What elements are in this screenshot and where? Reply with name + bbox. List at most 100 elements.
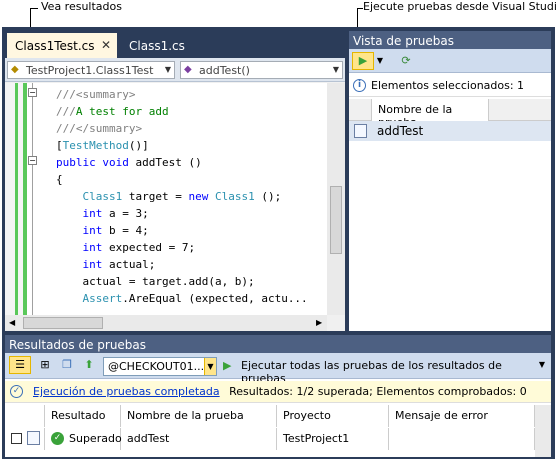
- code-line: ///</summary>: [56, 120, 142, 137]
- tab-class1[interactable]: Class1.cs: [121, 33, 193, 58]
- scroll-left-icon[interactable]: ◀: [9, 318, 15, 327]
- code-token: actual;: [102, 258, 156, 271]
- code-token: addTest (): [128, 156, 202, 169]
- pane-title: Resultados de pruebas: [5, 335, 551, 353]
- code-token: ();: [254, 190, 282, 203]
- column-header-result[interactable]: Resultado: [45, 405, 121, 427]
- view-results-button[interactable]: ☰: [9, 356, 31, 374]
- code-token: b = 4;: [102, 224, 149, 237]
- code-line: int expected = 7;: [56, 239, 196, 256]
- project-cell: TestProject1: [277, 428, 389, 450]
- list-icon: ☰: [15, 358, 25, 371]
- code-token: ///: [56, 122, 76, 135]
- windows-button[interactable]: ❐: [57, 356, 77, 374]
- indicator-margin: [5, 83, 23, 315]
- publish-icon: ⬆: [84, 358, 94, 371]
- code-token: {: [56, 173, 63, 186]
- collapse-icon[interactable]: −: [28, 88, 37, 97]
- code-token: int: [82, 258, 103, 271]
- code-line: ///<summary>: [56, 86, 135, 103]
- chevron-down-icon[interactable]: ▼: [204, 358, 216, 375]
- scroll-right-icon[interactable]: ▶: [316, 318, 322, 327]
- callout-results-label: Vea resultados: [41, 0, 122, 13]
- method-icon: ◆: [184, 64, 192, 75]
- row-checkbox[interactable]: [11, 433, 22, 444]
- run-tests-button[interactable]: ▶: [352, 52, 374, 70]
- code-token: void: [102, 156, 129, 169]
- tab-class1test[interactable]: Class1Test.cs ✕: [7, 33, 117, 58]
- result-text: Superado: [69, 432, 122, 445]
- test-results-pane: Resultados de pruebas ☰ ⊞ ❐ ⬆ @CHECKOUT0…: [5, 335, 551, 457]
- navigation-bar: ◆ TestProject1.Class1Test ▼ ◆ addTest() …: [5, 58, 345, 82]
- code-token: ///: [56, 105, 76, 118]
- play-icon: ▶: [358, 54, 368, 67]
- chevron-down-icon: ▼: [376, 56, 384, 65]
- callout-tick-results: [30, 8, 38, 9]
- passed-icon: ✓: [51, 432, 64, 445]
- code-area[interactable]: − − ///<summary>///A test for add///</su…: [5, 83, 345, 315]
- scroll-thumb[interactable]: [23, 317, 103, 329]
- column-header-error[interactable]: Mensaje de error: [389, 405, 535, 427]
- code-token: public: [56, 156, 96, 169]
- publish-button[interactable]: ⬆: [79, 356, 99, 374]
- code-line: [TestMethod()]: [56, 137, 149, 154]
- selection-info: i Elementos seleccionados: 1: [349, 75, 551, 97]
- class-dropdown-value: TestProject1.Class1Test: [26, 64, 154, 77]
- test-run-select[interactable]: @CHECKOUT01... ▼: [103, 357, 217, 376]
- member-dropdown-value: addTest(): [199, 64, 250, 77]
- column-header-test-name[interactable]: Nombre de la prueba: [121, 405, 277, 427]
- scroll-thumb[interactable]: [330, 186, 342, 254]
- group-results-button[interactable]: ⊞: [35, 356, 55, 374]
- member-dropdown[interactable]: ◆ addTest() ▼: [180, 61, 343, 79]
- code-line: Class1 target = new Class1 ();: [56, 188, 282, 205]
- column-header-select: [5, 405, 45, 427]
- column-header-project[interactable]: Proyecto: [277, 405, 389, 427]
- class-dropdown[interactable]: ◆ TestProject1.Class1Test ▼: [7, 61, 175, 79]
- code-line: actual = target.add(a, b);: [56, 273, 254, 290]
- run-complete-link[interactable]: Ejecución de pruebas completada: [33, 385, 220, 398]
- test-view-toolbar: ▶ ▼ ⟳: [349, 49, 551, 73]
- row-select-cell: [5, 428, 45, 450]
- results-table-header: Resultado Nombre de la prueba Proyecto M…: [5, 405, 551, 427]
- code-token: ()]: [128, 139, 149, 152]
- code-token: a = 3;: [102, 207, 149, 220]
- code-token: A test for add: [75, 105, 169, 118]
- change-bar: [23, 83, 27, 315]
- code-line: int b = 4;: [56, 222, 149, 239]
- tree-icon: ⊞: [40, 358, 50, 371]
- window-icon: ❐: [62, 358, 72, 371]
- refresh-icon: ⟳: [401, 54, 411, 67]
- result-cell: ✓ Superado: [45, 428, 122, 450]
- test-run-select-value: @CHECKOUT01...: [108, 360, 205, 373]
- code-token: [: [56, 139, 63, 152]
- results-toolbar: ☰ ⊞ ❐ ⬆ @CHECKOUT01... ▼ ▶ Ejecutar toda…: [5, 353, 551, 385]
- run-options-dropdown[interactable]: ▼: [375, 52, 385, 70]
- test-list-item[interactable]: addTest: [349, 121, 551, 141]
- code-line: int a = 3;: [56, 205, 149, 222]
- outline-guide: [32, 83, 33, 315]
- chevron-down-icon: ▼: [332, 65, 339, 74]
- column-header-test-name[interactable]: Nombre de la prueba: [371, 99, 489, 129]
- close-icon[interactable]: ✕: [101, 38, 111, 52]
- run-all-results-button[interactable]: ▶ Ejecutar todas las pruebas de los resu…: [217, 357, 549, 385]
- test-icon: [27, 431, 40, 445]
- test-view-pane: Vista de pruebas ▶ ▼ ⟳ i Elementos selec…: [349, 31, 551, 331]
- change-bar: [15, 83, 18, 315]
- code-token: new: [188, 190, 209, 203]
- refresh-button[interactable]: ⟳: [397, 52, 415, 70]
- test-name: addTest: [377, 124, 424, 138]
- chevron-down-icon: ▼: [164, 65, 171, 74]
- code-token: ///: [56, 88, 76, 101]
- code-token: int: [82, 224, 103, 237]
- chevron-down-icon[interactable]: ▼: [539, 360, 545, 369]
- table-row[interactable]: ✓ Superado addTest TestProject1: [5, 428, 551, 450]
- run-status-bar: ✓ Ejecución de pruebas completada Result…: [5, 381, 551, 403]
- tab-label: Class1.cs: [129, 39, 185, 53]
- vertical-scrollbar[interactable]: [535, 405, 551, 457]
- collapse-icon[interactable]: −: [28, 156, 37, 165]
